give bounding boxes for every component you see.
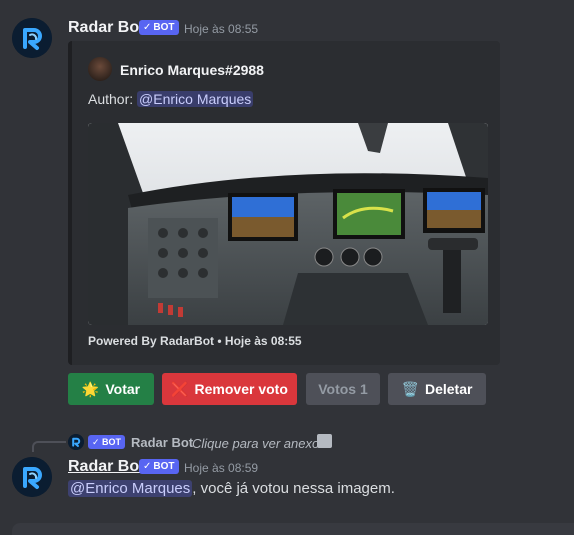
- message-timestamp[interactable]: Hoje às 08:55: [184, 22, 258, 36]
- message-timestamp-2[interactable]: Hoje às 08:59: [184, 461, 258, 475]
- verified-check-icon: ✓: [143, 22, 152, 33]
- bot-avatar[interactable]: [12, 18, 52, 58]
- reply-preview-text[interactable]: Clique para ver anexo: [192, 436, 319, 451]
- user-mention[interactable]: @Enrico Marques: [137, 91, 254, 107]
- vote-button[interactable]: 🌟 Votar: [68, 373, 154, 405]
- embed-card: Enrico Marques#2988 Author: @Enrico Marq…: [68, 41, 500, 365]
- verified-check-icon: ✓: [143, 461, 152, 472]
- bot-avatar-2[interactable]: [12, 457, 52, 497]
- star-icon: 🌟: [81, 380, 100, 397]
- bot-tag-2: ✓ BOT: [139, 459, 179, 474]
- message-text: , você já votou nessa imagem.: [192, 480, 395, 497]
- embed-footer: Powered By RadarBot • Hoje às 08:55: [88, 334, 302, 348]
- image-icon: [317, 434, 332, 448]
- bot-username[interactable]: Radar Bot: [68, 19, 144, 37]
- reply-bot-tag-label: BOT: [102, 437, 122, 447]
- votes-count-label: Votos 1: [318, 381, 368, 397]
- message-content: @Enrico Marques, você já votou nessa ima…: [68, 480, 395, 497]
- bot-tag: ✓ BOT: [139, 20, 179, 35]
- delete-button-label: Deletar: [424, 381, 473, 397]
- reply-username[interactable]: Radar Bot: [131, 435, 193, 450]
- bot-tag-label: BOT: [153, 22, 175, 33]
- embed-author-avatar: [88, 57, 112, 81]
- vote-button-label: Votar: [105, 381, 141, 397]
- remove-vote-button[interactable]: ❌ Remover voto: [162, 373, 297, 405]
- embed-description: Author: @Enrico Marques: [88, 91, 254, 107]
- delete-button[interactable]: 🗑️ Deletar: [388, 373, 486, 405]
- reply-bot-tag: ✓ BOT: [88, 435, 126, 449]
- bot-tag-label: BOT: [153, 461, 175, 472]
- trash-icon: 🗑️: [401, 380, 419, 397]
- reply-avatar[interactable]: [68, 434, 84, 450]
- embed-description-prefix: Author:: [88, 91, 138, 107]
- remove-vote-button-label: Remover voto: [194, 381, 288, 397]
- embed-author-name: Enrico Marques#2988: [120, 62, 264, 78]
- bot-username-2[interactable]: Radar Bot: [68, 458, 144, 476]
- votes-count-button: Votos 1: [306, 373, 380, 405]
- embed-image[interactable]: [88, 123, 488, 325]
- message-input[interactable]: [12, 523, 574, 535]
- user-mention-2[interactable]: @Enrico Marques: [68, 480, 193, 497]
- cross-mark-icon: ❌: [171, 380, 189, 397]
- reply-spine: [32, 441, 66, 452]
